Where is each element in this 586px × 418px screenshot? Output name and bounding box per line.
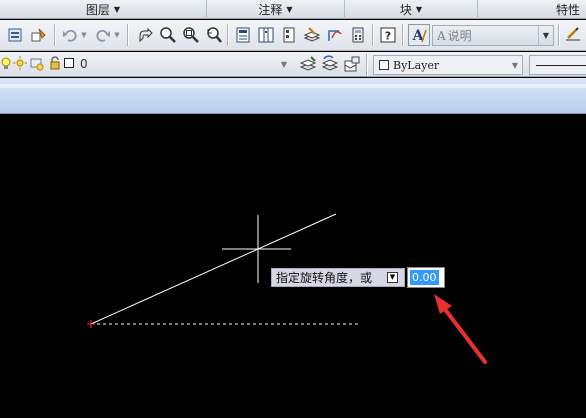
color-swatch [379, 60, 389, 70]
text-style-glyph-icon: A [437, 28, 446, 43]
quick-calc-icon[interactable] [348, 25, 368, 45]
undo-icon[interactable] [60, 25, 80, 45]
layer-manager-icon[interactable] [6, 25, 26, 45]
chevron-down-icon: ▼ [511, 60, 519, 70]
layer-name: 0 [80, 57, 88, 71]
options-menu-icon[interactable]: ▼ [387, 272, 398, 283]
layer-state-icon[interactable] [342, 54, 362, 74]
separator [402, 24, 404, 46]
layer-dropdown[interactable]: 0 ▼ [0, 54, 290, 74]
make-current-layer-icon[interactable] [298, 54, 318, 74]
ribbon-panel-titles: 图层 ▼ 注释 ▼ 块 ▼ 特性 [0, 0, 586, 19]
chevron-down-icon: ▼ [113, 5, 121, 14]
color-value: ByLayer [393, 58, 440, 72]
panel-label: 图层 [85, 3, 110, 17]
panel-annotation[interactable]: 注释 ▼ [207, 0, 345, 19]
dynamic-input-prompt: 指定旋转角度，或 ▼ [271, 268, 405, 287]
match-props-icon[interactable] [29, 25, 49, 45]
panel-label: 注释 [258, 3, 283, 17]
layers-toolbar: 0 ▼ ByLayer ▼ [0, 52, 586, 77]
zoom-previous-icon[interactable] [204, 25, 224, 45]
zoom-window-icon[interactable] [181, 25, 201, 45]
properties-icon[interactable] [233, 25, 253, 45]
panel-layers[interactable]: 图层 ▼ [0, 0, 207, 19]
panel-label: 块 [399, 3, 412, 17]
color-dropdown[interactable]: ByLayer ▼ [373, 55, 523, 75]
separator [127, 24, 129, 46]
chevron-down-icon[interactable]: ▼ [79, 25, 89, 45]
panel-label: 特性 [555, 3, 580, 17]
sun-icon [13, 56, 27, 73]
separator [558, 24, 560, 46]
chevron-down-icon: ▼ [280, 59, 288, 69]
chevron-down-icon: ▼ [415, 5, 423, 14]
lock-icon [49, 56, 61, 73]
help-icon[interactable]: ? [378, 25, 398, 45]
dimension-style-icon[interactable] [563, 25, 583, 45]
linetype-preview [536, 65, 586, 66]
bulb-icon [0, 57, 12, 74]
chevron-down-icon: ▼ [286, 5, 293, 14]
design-center-icon[interactable] [256, 25, 276, 45]
text-style-dropdown[interactable]: A 说明 ▼ [432, 25, 554, 46]
drawing-tab-strip [0, 78, 586, 114]
svg-text:?: ? [385, 30, 391, 43]
zoom-realtime-icon[interactable] [158, 25, 178, 45]
drawing-canvas[interactable] [0, 115, 586, 418]
layer-color-swatch [64, 58, 74, 68]
pan-realtime-icon[interactable] [135, 25, 155, 45]
angle-value: 0.00 [410, 270, 439, 285]
layer-previous-icon[interactable] [320, 54, 340, 74]
chevron-down-icon: ▼ [538, 26, 553, 45]
separator [366, 54, 368, 76]
chevron-down-icon[interactable]: ▼ [112, 25, 122, 45]
sheet-set-icon[interactable] [302, 25, 322, 45]
annotation-arrow [434, 294, 487, 364]
angle-input-field[interactable]: 0.00 [407, 267, 445, 288]
linetype-dropdown[interactable] [529, 55, 586, 75]
drawing-svg [87, 213, 487, 364]
separator [372, 24, 374, 46]
text-style-value: 说明 [447, 29, 472, 43]
viewport-freeze-icon [30, 57, 44, 74]
tool-palettes-icon[interactable] [279, 25, 299, 45]
prompt-text: 指定旋转角度，或 [276, 271, 373, 285]
separator [227, 24, 229, 46]
separator [54, 24, 56, 46]
redo-icon[interactable] [93, 25, 113, 45]
standard-toolbar: ▼ ▼ ? A A 说明 ▼ [0, 20, 586, 51]
panel-block[interactable]: 块 ▼ [345, 0, 478, 19]
markup-icon[interactable] [325, 25, 345, 45]
text-style-icon[interactable]: A [408, 24, 430, 46]
base-point-marker [87, 320, 95, 328]
panel-properties[interactable]: 特性 [478, 0, 586, 19]
